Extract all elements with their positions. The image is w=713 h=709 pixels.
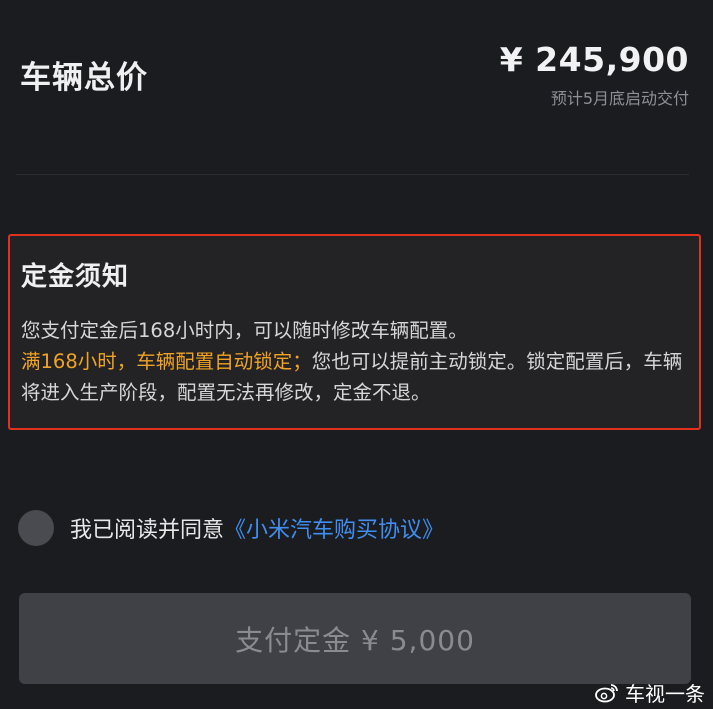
total-price-label: 车辆总价 <box>20 60 148 96</box>
notice-line-1: 您支付定金后168小时内，可以随时修改车辆配置。 <box>21 319 468 342</box>
notice-body: 您支付定金后168小时内，可以随时修改车辆配置。 满168小时，车辆配置自动锁定… <box>21 315 689 408</box>
price-summary: 车辆总价 ¥ 245,900 预计5月底启动交付 <box>20 40 689 109</box>
price-block: ¥ 245,900 预计5月底启动交付 <box>500 40 689 109</box>
purchase-agreement-link[interactable]: 《小米汽车购买协议》 <box>224 512 444 544</box>
notice-title: 定金须知 <box>21 262 130 292</box>
weibo-icon <box>595 683 618 702</box>
agreement-row: 我已阅读并同意 《小米汽车购买协议》 <box>18 510 444 546</box>
watermark: 车视一条 <box>595 678 705 707</box>
pay-deposit-button[interactable]: 支付定金 ¥ 5,000 <box>19 593 691 684</box>
deposit-notice: 定金须知 您支付定金后168小时内，可以随时修改车辆配置。 满168小时，车辆配… <box>8 234 701 430</box>
delivery-note: 预计5月底启动交付 <box>550 89 689 108</box>
divider <box>16 174 689 175</box>
total-price-value: ¥ 245,900 <box>499 40 689 79</box>
notice-highlight: 满168小时，车辆配置自动锁定； <box>21 350 312 373</box>
agree-radio[interactable] <box>18 510 54 546</box>
agree-text: 我已阅读并同意 <box>70 518 225 543</box>
watermark-text: 车视一条 <box>625 682 705 706</box>
